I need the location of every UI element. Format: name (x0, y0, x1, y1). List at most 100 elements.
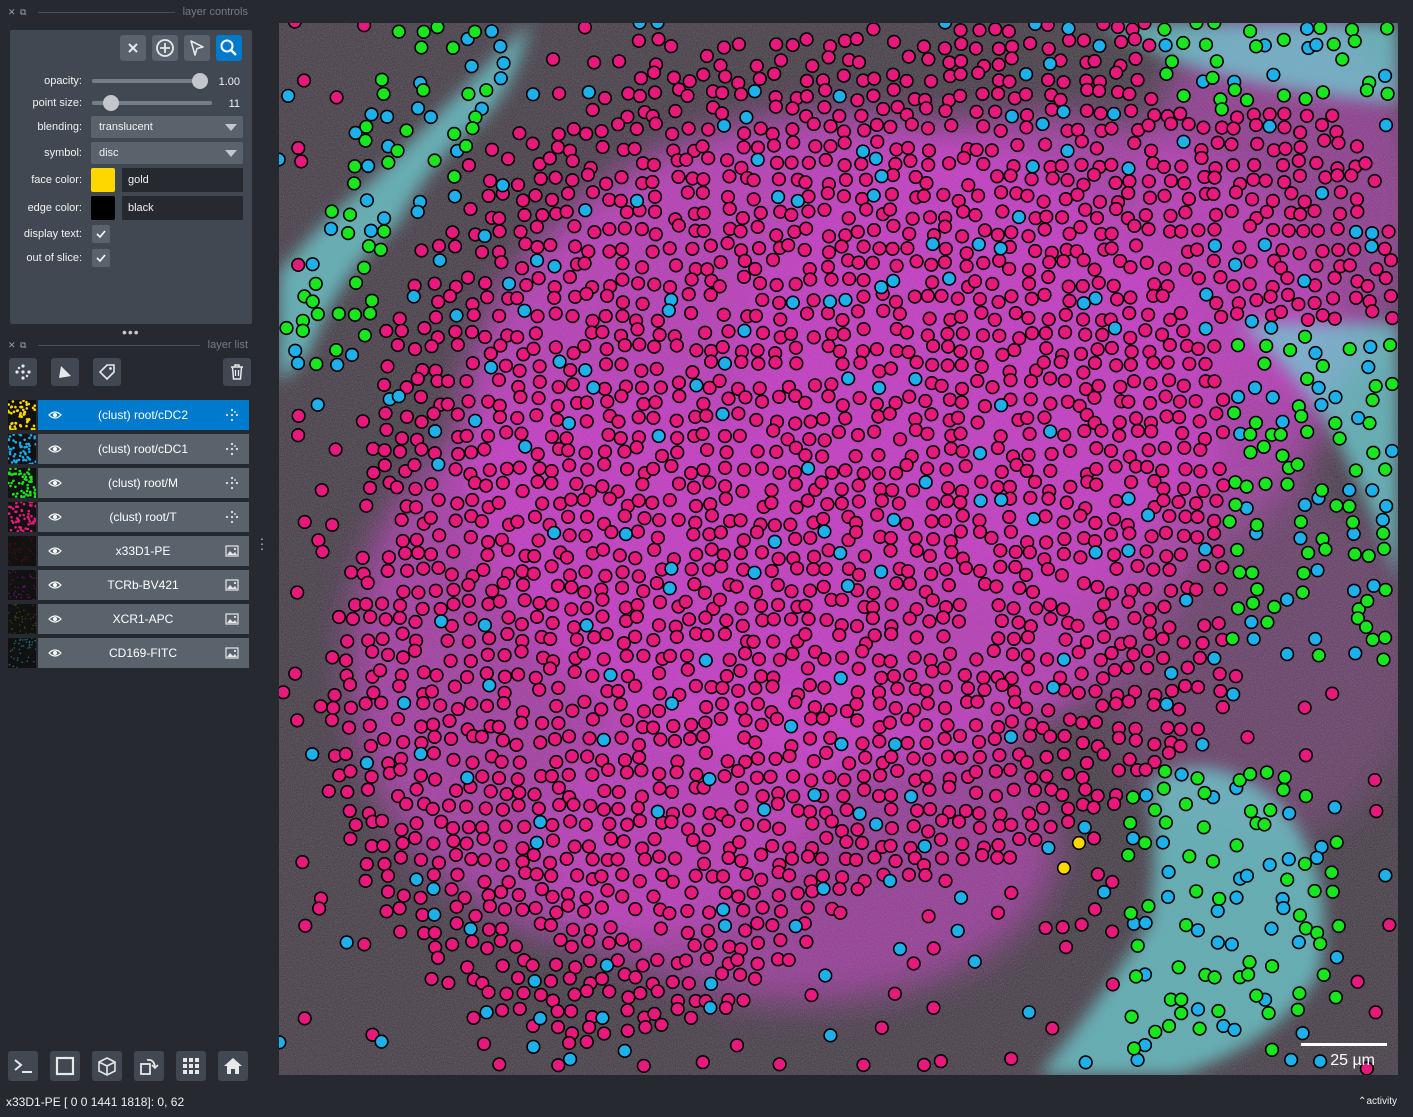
layer-name[interactable]: (clust) root/T (68, 502, 218, 532)
layer-name[interactable]: x33D1-PE (68, 536, 218, 566)
opacity-slider-handle[interactable] (192, 73, 208, 89)
console-button[interactable] (8, 1051, 38, 1081)
eye-icon[interactable] (48, 647, 62, 659)
tcell-point (529, 408, 544, 423)
layer-row[interactable]: TCRb-BV421 (8, 570, 249, 600)
tcell-point (1383, 288, 1398, 304)
layer-row-body[interactable]: x33D1-PE (38, 536, 249, 566)
tcell-point (739, 867, 754, 882)
tcell-point (1027, 474, 1043, 490)
float-panel-icon[interactable]: ⧉ (20, 340, 32, 350)
out-of-slice-checkbox[interactable] (92, 249, 110, 267)
activity-button[interactable]: ⌃activity (1358, 1096, 1397, 1107)
add-points-button[interactable] (152, 35, 178, 61)
layer-row-body[interactable]: (clust) root/M (38, 468, 249, 498)
tcell-point (544, 868, 559, 883)
layer-row[interactable]: (clust) root/cDC1 (8, 434, 249, 464)
eye-icon[interactable] (48, 579, 62, 591)
eye-icon[interactable] (48, 443, 62, 455)
close-panel-icon[interactable]: ✕ (8, 340, 20, 350)
layer-row[interactable]: CD169-FITC (8, 638, 249, 668)
tcell-point (298, 918, 313, 933)
layer-row-body[interactable]: (clust) root/cDC2 (38, 400, 249, 430)
tcell-point (798, 598, 813, 614)
tcell-point (888, 700, 903, 716)
display-text-checkbox[interactable] (92, 225, 110, 243)
layer-row-body[interactable]: CD169-FITC (38, 638, 249, 668)
tcell-point (1292, 246, 1307, 261)
tcell-point (1141, 118, 1156, 133)
transpose-dimensions-button[interactable] (134, 1051, 164, 1081)
tcell-point (856, 782, 872, 797)
tcell-point (701, 151, 716, 166)
float-panel-icon[interactable]: ⧉ (20, 7, 32, 17)
delete-layer-button[interactable] (223, 358, 251, 386)
tcell-point (1280, 270, 1295, 286)
status-bar-text: x33D1-PE [ 0 0 1441 1818]: 0, 62 (6, 1095, 185, 1109)
edge-color-swatch[interactable] (91, 196, 115, 220)
select-points-button[interactable] (184, 35, 210, 61)
tcell-point (1055, 787, 1070, 803)
macrophage-point (1161, 1018, 1177, 1034)
delete-points-button[interactable] (120, 35, 146, 61)
layer-name[interactable]: CD169-FITC (68, 638, 218, 668)
layer-name[interactable]: (clust) root/M (68, 468, 218, 498)
layer-row[interactable]: (clust) root/M (8, 468, 249, 498)
symbol-dropdown[interactable]: disc (91, 142, 243, 164)
eye-icon[interactable] (48, 477, 62, 489)
eye-icon[interactable] (48, 409, 62, 421)
cdc1-point (432, 253, 447, 268)
tcell-point (360, 575, 375, 590)
layer-row[interactable]: (clust) root/cDC2 (8, 400, 249, 430)
face-color-swatch[interactable] (91, 168, 115, 192)
home-button[interactable] (218, 1051, 248, 1081)
layer-name[interactable]: XCR1-APC (68, 604, 218, 634)
layer-name[interactable]: TCRb-BV421 (68, 570, 218, 600)
eye-icon[interactable] (48, 511, 62, 523)
ndisplay-toggle-button[interactable] (50, 1051, 80, 1081)
edge-color-input[interactable]: black (122, 196, 243, 220)
new-labels-layer-button[interactable] (93, 358, 121, 386)
grid-view-button[interactable] (176, 1051, 206, 1081)
tcell-point (614, 242, 630, 257)
tcell-point (934, 813, 950, 828)
tcell-point (579, 1034, 594, 1049)
layer-row[interactable]: XCR1-APC (8, 604, 249, 634)
layer-row[interactable]: x33D1-PE (8, 536, 249, 566)
layer-name[interactable]: (clust) root/cDC2 (68, 400, 218, 430)
tcell-point (602, 244, 617, 259)
eye-icon[interactable] (48, 545, 62, 557)
tcell-point (1029, 601, 1044, 616)
tcell-point (1087, 262, 1102, 277)
pan-zoom-button[interactable] (216, 35, 242, 61)
layer-name[interactable]: (clust) root/cDC1 (68, 434, 218, 464)
opacity-slider[interactable] (92, 79, 206, 83)
new-points-layer-button[interactable] (9, 358, 37, 386)
layer-row-body[interactable]: XCR1-APC (38, 604, 249, 634)
tcell-point (900, 735, 915, 751)
tcell-point (449, 783, 464, 798)
cdc1-point (1239, 868, 1255, 883)
point-size-slider-handle[interactable] (103, 95, 119, 111)
cdc1-point (323, 221, 339, 236)
image-canvas[interactable] (279, 23, 1398, 1075)
tcell-point (345, 611, 360, 627)
eye-icon[interactable] (48, 613, 62, 625)
cdc1-point (953, 890, 969, 905)
layer-row-body[interactable]: TCRb-BV421 (38, 570, 249, 600)
close-panel-icon[interactable]: ✕ (8, 7, 20, 17)
face-color-input[interactable]: gold (122, 168, 243, 192)
layer-row-body[interactable]: (clust) root/T (38, 502, 249, 532)
tcell-point (662, 906, 677, 921)
new-shapes-layer-button[interactable] (51, 358, 79, 386)
dock-splitter-handle[interactable]: · · · (257, 531, 267, 555)
roll-dimensions-button[interactable] (92, 1051, 122, 1081)
point-size-value[interactable]: 11 (210, 98, 240, 110)
tcell-point (951, 814, 967, 829)
layer-row-body[interactable]: (clust) root/cDC1 (38, 434, 249, 464)
layer-row[interactable]: (clust) root/T (8, 502, 249, 532)
tcell-point (974, 359, 989, 374)
blending-dropdown[interactable]: translucent (91, 116, 243, 138)
tcell-point (1078, 202, 1093, 217)
tcell-point (493, 933, 508, 949)
